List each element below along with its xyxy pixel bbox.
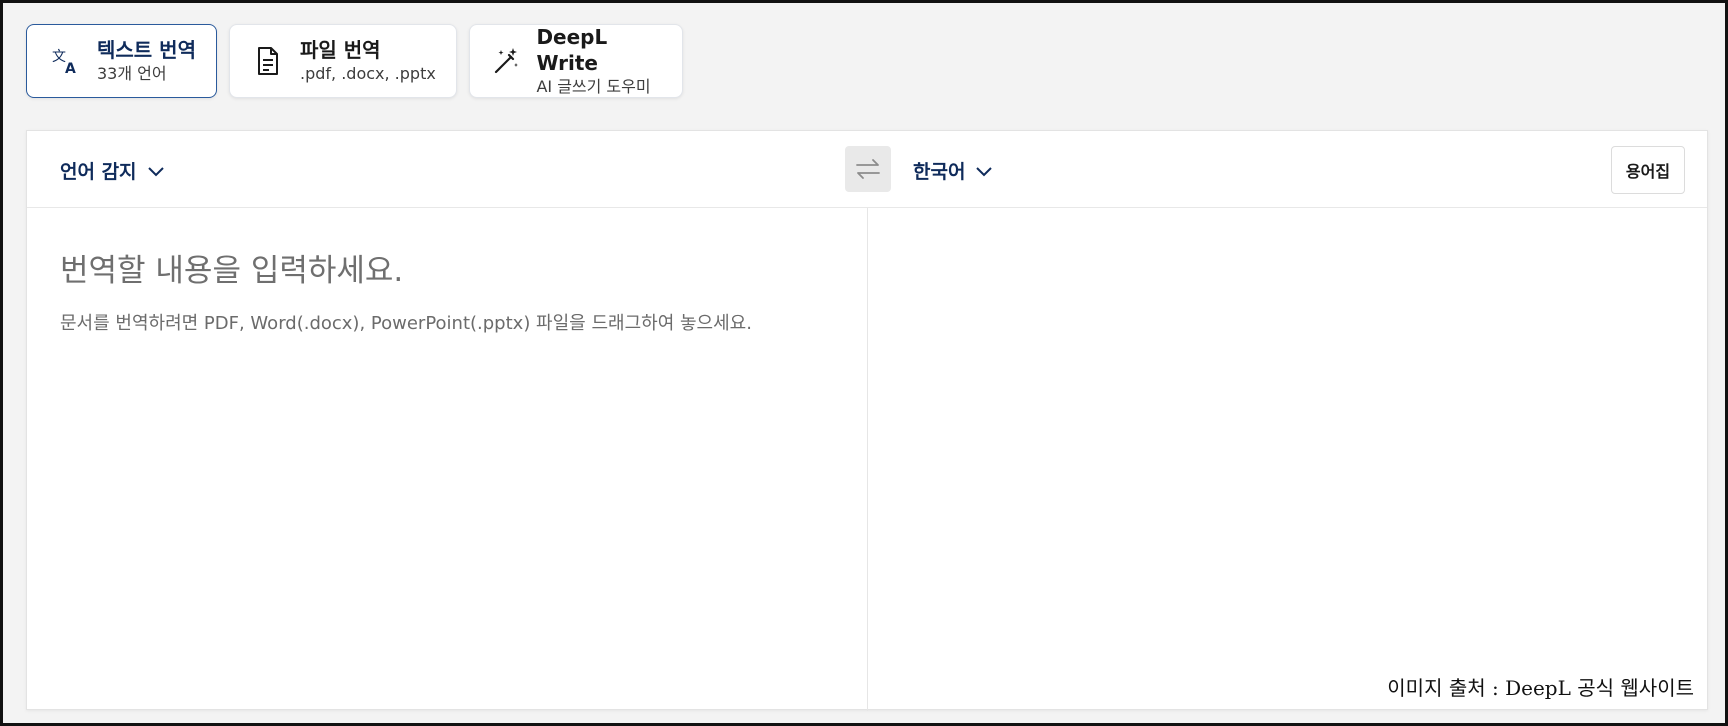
tab-title: 텍스트 번역 (97, 38, 196, 62)
document-icon (250, 43, 286, 79)
tab-title: 파일 번역 (300, 38, 381, 62)
target-language-selector[interactable]: 한국어 (913, 157, 993, 184)
svg-text:A: A (65, 61, 76, 76)
target-language-label: 한국어 (913, 161, 966, 183)
swap-languages-button[interactable] (845, 146, 891, 192)
file-drop-hint: 문서를 번역하려면 PDF, Word(.docx), PowerPoint(.… (60, 313, 752, 334)
source-placeholder: 번역할 내용을 입력하세요. (60, 253, 404, 289)
source-text-area[interactable]: 번역할 내용을 입력하세요. 문서를 번역하려면 PDF, Word(.docx… (27, 209, 867, 711)
translator-panel: 언어 감지 한국어 용어집 번역할 내용을 입력하세요. 문서를 번역하려면 P… (26, 130, 1708, 711)
chevron-down-icon (147, 166, 164, 176)
tab-file-translation[interactable]: 파일 번역 .pdf, .docx, .pptx (229, 24, 457, 98)
svg-text:文: 文 (52, 49, 66, 65)
tab-title: DeepL Write (536, 25, 608, 75)
swap-arrows-icon (856, 159, 880, 179)
target-text-area: 이미지 출처 : DeepL 공식 웹사이트 (868, 209, 1708, 711)
language-bar: 언어 감지 한국어 용어집 (27, 131, 1707, 208)
tab-deepl-write[interactable]: DeepL Write AI 글쓰기 도우미 (469, 24, 683, 98)
source-language-label: 언어 감지 (60, 161, 137, 183)
tab-text-translation[interactable]: 文 A 텍스트 번역 33개 언어 (26, 24, 217, 98)
app-frame: 文 A 텍스트 번역 33개 언어 파일 번역 .pdf, .docx, .pp… (0, 0, 1728, 726)
glossary-button[interactable]: 용어집 (1611, 146, 1685, 194)
translate-icon: 文 A (47, 43, 83, 79)
mode-tabs: 文 A 텍스트 번역 33개 언어 파일 번역 .pdf, .docx, .pp… (26, 24, 683, 98)
magic-wand-icon (490, 43, 522, 79)
chevron-down-icon (976, 166, 993, 176)
image-source-caption: 이미지 출처 : DeepL 공식 웹사이트 (1387, 676, 1694, 700)
tab-subtitle: 33개 언어 (97, 64, 167, 83)
tab-subtitle: AI 글쓰기 도우미 (536, 77, 651, 96)
source-language-selector[interactable]: 언어 감지 (60, 157, 165, 184)
tab-subtitle: .pdf, .docx, .pptx (300, 64, 436, 83)
